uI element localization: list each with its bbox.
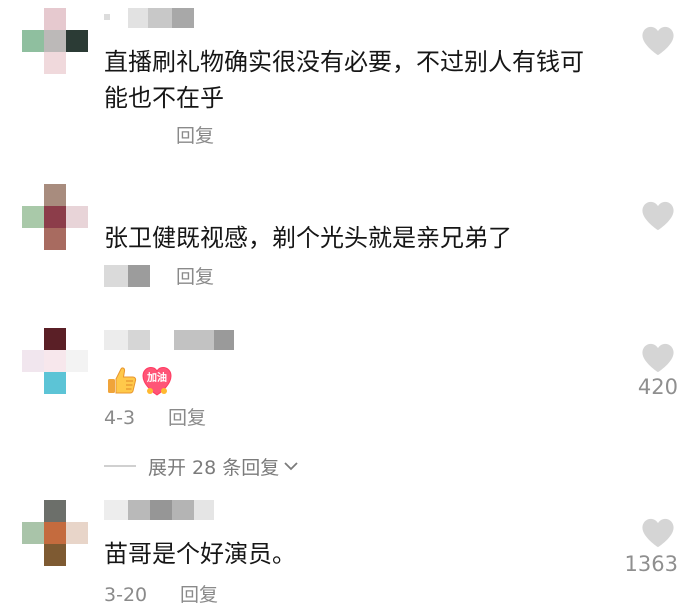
reply-button[interactable]: 回复 [176, 265, 214, 289]
comment-text-line: 直播刷礼物确实很没有必要，不过别人有钱可 [104, 48, 584, 76]
jiayou-sticker-text: 加油 [147, 373, 167, 384]
like-count: 1363 [624, 552, 678, 576]
comment-date: 3-20 [104, 584, 148, 606]
reply-button[interactable]: 回复 [180, 583, 218, 607]
comment-text: 苗哥是个好演员。 [104, 540, 296, 568]
chevron-down-icon [284, 462, 298, 471]
heart-icon[interactable] [641, 199, 675, 233]
comment-text: 直播刷礼物确实很没有必要，不过别人有钱可 能也不在乎 [104, 44, 584, 116]
reply-button[interactable]: 回复 [168, 406, 206, 430]
heart-icon[interactable] [641, 24, 675, 58]
username[interactable] [104, 500, 214, 520]
comment-list: 直播刷礼物确实很没有必要，不过别人有钱可 能也不在乎 回复 张卫健既视感，剃个光… [0, 0, 700, 608]
comment-text: 张卫健既视感，剃个光头就是亲兄弟了 [104, 224, 512, 252]
expand-replies-label: 展开 28 条回复 [148, 456, 280, 479]
username[interactable] [104, 8, 194, 28]
divider-line [104, 465, 136, 467]
avatar[interactable] [22, 500, 88, 570]
heart-icon[interactable] [641, 341, 675, 375]
like-count: 420 [637, 375, 678, 399]
username[interactable] [104, 330, 234, 350]
reply-button[interactable]: 回复 [176, 124, 214, 148]
avatar[interactable] [22, 328, 88, 398]
reply-author[interactable] [104, 265, 150, 287]
avatar[interactable] [22, 8, 88, 78]
avatar[interactable] [22, 184, 88, 254]
expand-replies-button[interactable]: 展开 28 条回复 [104, 452, 299, 480]
comment-text-line: 能也不在乎 [104, 84, 224, 112]
comment-date: 4-3 [104, 407, 136, 429]
jiayou-sticker: 加油 [141, 365, 173, 397]
heart-icon[interactable] [641, 516, 675, 550]
thumbs-up-icon [108, 367, 137, 394]
